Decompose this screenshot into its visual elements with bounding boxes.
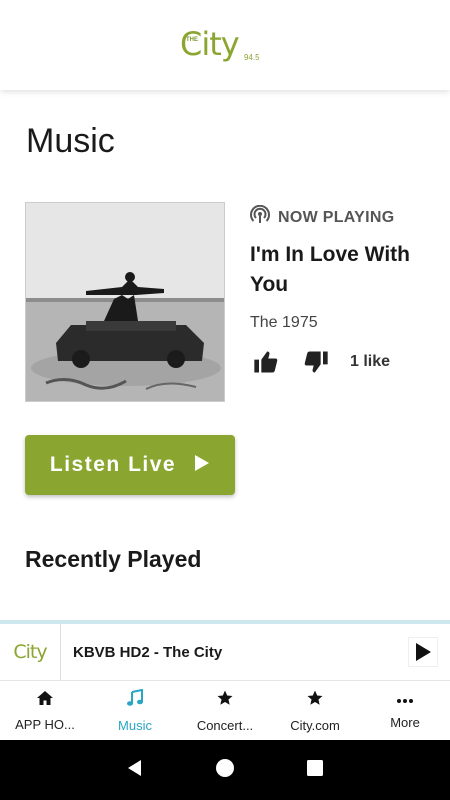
station-logo[interactable]: THE City 94.5 (180, 25, 270, 65)
nav-label-concerts: Concert... (196, 717, 254, 733)
page-title: Music (26, 122, 115, 160)
nav-item-app-home[interactable]: APP HO... (0, 681, 90, 740)
nav-label-app-home: APP HO... (15, 716, 75, 732)
app-header: THE City 94.5 (0, 0, 450, 90)
now-playing-header: NOW PLAYING (250, 204, 395, 230)
artist-name: The 1975 (250, 314, 318, 331)
home-icon (36, 690, 54, 711)
song-title: I'm In Love With You (250, 243, 410, 296)
nav-item-more[interactable]: More (360, 681, 450, 740)
logo-frequency: 94.5 (244, 53, 260, 62)
vote-controls: 1 like (250, 346, 390, 378)
play-icon (194, 454, 210, 477)
listen-live-label: Listen Live (49, 453, 177, 476)
nav-label-city-com: City.com (290, 717, 340, 733)
nav-item-concerts[interactable]: Concert... (180, 681, 270, 740)
nav-label-music: Music (118, 717, 152, 733)
nav-label-more: More (390, 715, 420, 730)
nav-item-music[interactable]: Music (90, 681, 180, 740)
like-count: 1 like (350, 353, 391, 370)
recents-square-icon[interactable] (305, 758, 325, 783)
broadcast-icon (250, 204, 270, 230)
star-icon (216, 689, 234, 712)
nav-item-city-com[interactable]: City.com (270, 681, 360, 740)
recently-played-heading: Recently Played (25, 546, 202, 572)
home-circle-icon[interactable] (215, 758, 235, 783)
album-art-image (26, 203, 224, 401)
more-dots-icon (396, 691, 414, 709)
logo-city: City (180, 25, 240, 63)
thumbs-down-icon[interactable] (300, 346, 332, 378)
mini-player-logo: City (0, 624, 61, 680)
mini-player-station: KBVB HD2 - The City (73, 643, 223, 661)
album-art (25, 202, 225, 402)
mini-player-play-icon[interactable] (408, 637, 438, 667)
star-icon (306, 689, 324, 712)
system-nav-bar (0, 740, 450, 800)
back-icon[interactable] (125, 758, 145, 783)
thumbs-up-icon[interactable] (250, 346, 282, 378)
now-playing-label: NOW PLAYING (278, 208, 395, 226)
music-note-icon (126, 688, 144, 712)
mini-logo-city: City (13, 641, 47, 663)
bottom-nav: APP HO... Music Concert... City.com More (0, 680, 450, 740)
listen-live-button[interactable]: Listen Live (25, 435, 235, 495)
mini-player[interactable]: City KBVB HD2 - The City (0, 620, 450, 680)
